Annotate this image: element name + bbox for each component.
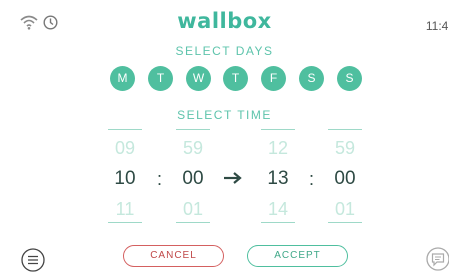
start-time-separator: :: [157, 169, 163, 189]
picker-top-rule: [176, 129, 210, 130]
cancel-button[interactable]: CANCEL: [123, 245, 224, 267]
start-hour-value[interactable]: 10: [108, 168, 142, 190]
day-wednesday[interactable]: W: [186, 66, 211, 91]
picker-bottom-rule: [328, 222, 362, 223]
wallbox-logo: wallbox: [177, 9, 272, 33]
end-minute-next[interactable]: 01: [328, 199, 362, 220]
end-hour-value[interactable]: 13: [261, 168, 295, 190]
picker-bottom-rule: [108, 222, 142, 223]
day-tuesday[interactable]: T: [148, 66, 173, 91]
start-hour-next[interactable]: 11: [108, 199, 142, 220]
picker-top-rule: [261, 129, 295, 130]
day-sunday[interactable]: S: [337, 66, 362, 91]
select-time-label: SELECT TIME: [177, 108, 272, 122]
start-minute-value[interactable]: 00: [176, 168, 210, 190]
end-hour-next[interactable]: 14: [261, 199, 295, 220]
end-minute-prev[interactable]: 59: [328, 138, 362, 159]
end-minute-value[interactable]: 00: [328, 168, 362, 190]
accept-button[interactable]: ACCEPT: [247, 245, 348, 267]
end-hour-prev[interactable]: 12: [261, 138, 295, 159]
start-minute-next[interactable]: 01: [176, 199, 210, 220]
picker-bottom-rule: [261, 222, 295, 223]
day-monday[interactable]: M: [110, 66, 135, 91]
picker-top-rule: [328, 129, 362, 130]
day-selector: M T W T F S S: [110, 66, 362, 91]
day-saturday[interactable]: S: [299, 66, 324, 91]
start-hour-prev[interactable]: 09: [108, 138, 142, 159]
picker-top-rule: [108, 129, 142, 130]
day-friday[interactable]: F: [261, 66, 286, 91]
menu-icon[interactable]: [21, 248, 45, 272]
picker-bottom-rule: [176, 222, 210, 223]
chat-icon[interactable]: [426, 247, 449, 271]
arrow-right-icon: [224, 172, 242, 184]
status-time: 11:42: [425, 19, 449, 33]
select-days-label: SELECT DAYS: [175, 44, 274, 58]
end-time-separator: :: [309, 169, 315, 189]
schedule-screen: wallbox 11:42 SELECT DAYS M T W T F S S …: [0, 0, 449, 275]
start-minute-prev[interactable]: 59: [176, 138, 210, 159]
day-thursday[interactable]: T: [223, 66, 248, 91]
